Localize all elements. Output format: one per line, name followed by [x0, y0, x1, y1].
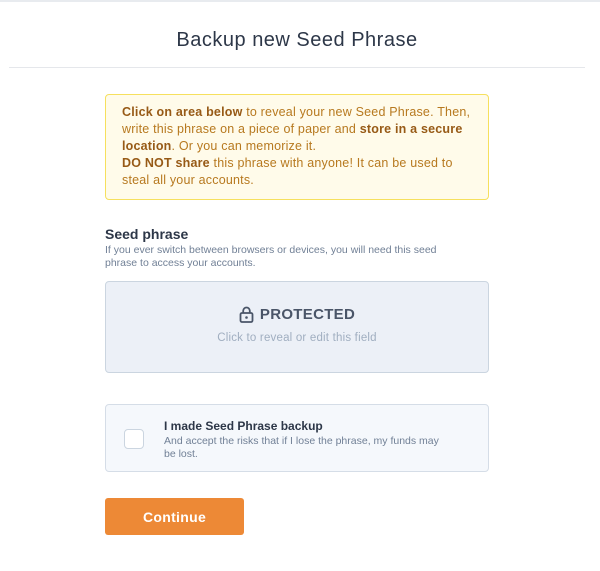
protected-subtitle: Click to reveal or edit this field: [217, 332, 377, 344]
protected-header: PROTECTED: [106, 306, 488, 323]
seed-phrase-label: Seed phrase: [105, 226, 189, 242]
warning-notice: Click on area below to reveal your new S…: [105, 94, 489, 200]
continue-button[interactable]: Continue: [105, 498, 244, 535]
lock-icon: [239, 306, 254, 323]
warning-reveal-text: to reveal your new Seed Phrase.: [242, 105, 434, 119]
warning-reveal-bold: Click on area below: [122, 105, 243, 119]
header-divider: [9, 67, 585, 68]
backup-confirm-title: I made Seed Phrase backup: [164, 419, 323, 433]
warning-donotshare-bold: DO NOT share: [122, 156, 210, 170]
backup-checkbox[interactable]: [124, 429, 144, 449]
protected-seed-field[interactable]: PROTECTED Click to reveal or edit this f…: [105, 281, 489, 373]
warning-memorize-text: . Or you can memorize it.: [171, 139, 317, 153]
seed-phrase-description: If you ever switch between browsers or d…: [105, 244, 437, 269]
top-border: [0, 0, 600, 2]
protected-title: PROTECTED: [259, 306, 356, 323]
backup-confirm-box[interactable]: I made Seed Phrase backup And accept the…: [105, 404, 489, 472]
warning-text: Click on area below to reveal your new S…: [122, 104, 472, 189]
page-title: Backup new Seed Phrase: [176, 29, 418, 51]
backup-confirm-description: And accept the risks that if I lose the …: [164, 435, 439, 460]
